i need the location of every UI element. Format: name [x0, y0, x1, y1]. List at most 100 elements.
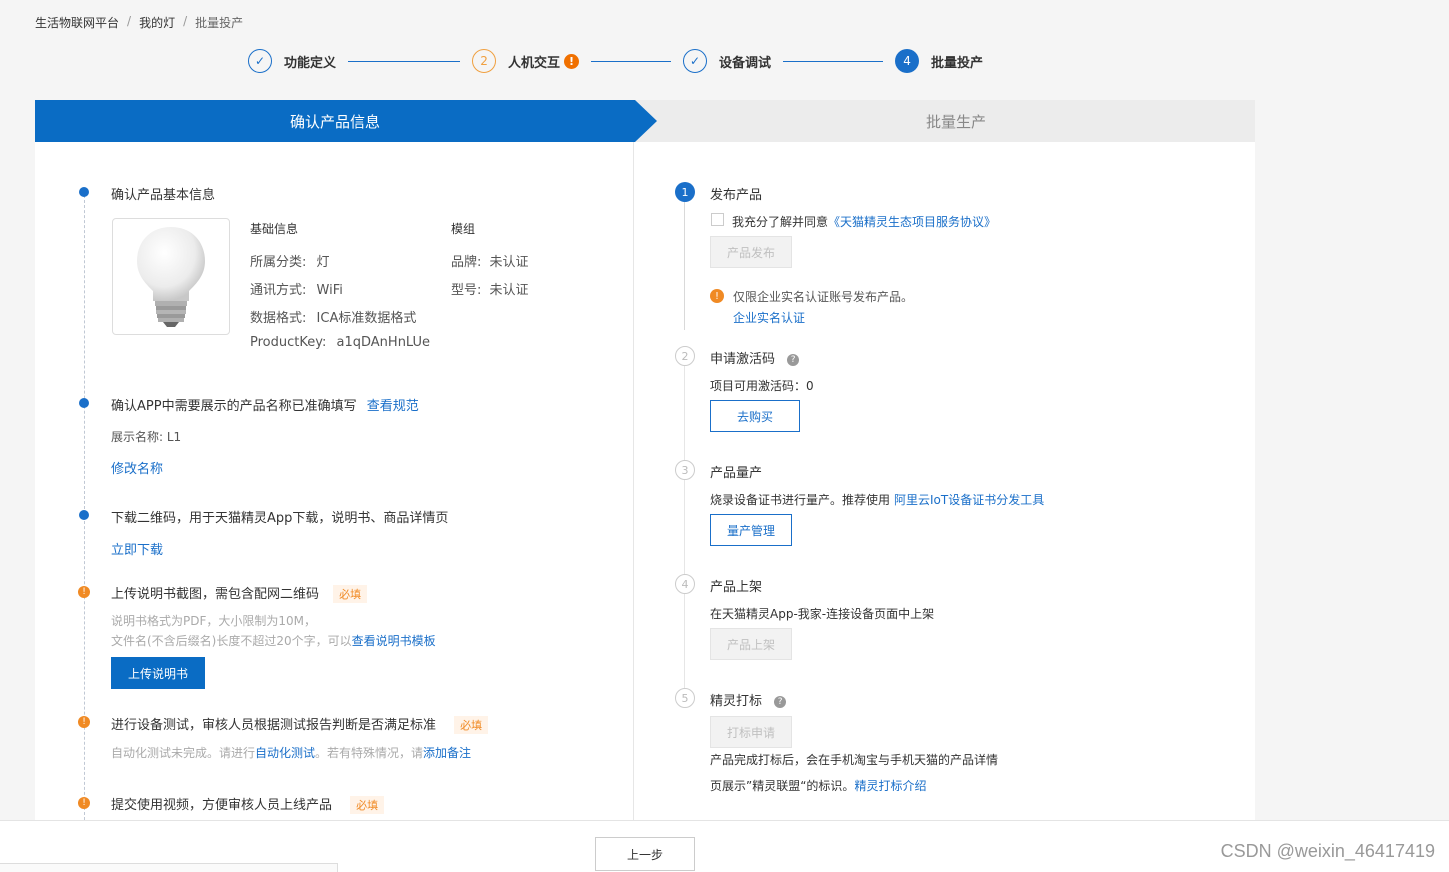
- device-test-hint-a: 自动化测试未完成。请进行: [111, 746, 256, 760]
- tagging-apply-button[interactable]: 打标申请: [710, 716, 792, 748]
- step-label: 功能定义: [284, 55, 337, 71]
- mass-production-desc: 烧录设备证书进行量产。推荐使用 阿里云IoT设备证书分发工具: [710, 491, 1044, 508]
- section-title-device-test: 进行设备测试，审核人员根据测试报告判断是否满足标准 必填: [111, 714, 489, 734]
- tagging-intro-link[interactable]: 精灵打标介绍: [854, 779, 926, 793]
- activation-code-title: 申请激活码 ?: [710, 348, 800, 367]
- breadcrumb-my-light[interactable]: 我的灯: [139, 14, 175, 31]
- step-mass-production[interactable]: 4 批量投产: [895, 49, 983, 73]
- step-number: 2: [472, 49, 497, 73]
- agree-checkbox[interactable]: [711, 213, 724, 226]
- footer-bar: 上一步 CSDN @weixin_46417419: [0, 820, 1449, 872]
- iot-cert-tool-link[interactable]: 阿里云IoT设备证书分发工具: [894, 493, 1044, 507]
- step-hmi[interactable]: 2 人机交互 !: [472, 49, 580, 73]
- agree-text: 我充分了解并同意《天猫精灵生态项目服务协议》: [732, 213, 996, 230]
- help-icon[interactable]: ?: [787, 353, 800, 366]
- category-info: 所属分类: 灯: [250, 251, 330, 270]
- section-title-app-name: 确认APP中需要展示的产品名称已准确填写 查看规范: [111, 395, 419, 414]
- main-panel: 确认产品信息 批量生产 确认产品基本信息 基础信息 模组 所属分类: 灯 通讯方…: [35, 100, 1255, 820]
- manual-hint-text: 文件名(不含后缀名)长度不超过20个字，可以: [111, 634, 352, 648]
- data-format-label: 数据格式:: [250, 311, 307, 326]
- device-test-title-text: 进行设备测试，审核人员根据测试报告判断是否满足标准: [111, 718, 437, 733]
- product-listing-desc: 在天猫精灵App-我家-连接设备页面中上架: [710, 607, 935, 621]
- warning-icon: !: [78, 586, 90, 598]
- warning-icon: !: [564, 53, 580, 69]
- data-format-info: 数据格式: ICA标准数据格式: [250, 307, 416, 326]
- breadcrumb-separator: /: [127, 14, 132, 28]
- model-info: 型号: 未认证: [451, 279, 529, 298]
- step-function-definition[interactable]: ✓ 功能定义: [248, 49, 336, 73]
- model-label: 型号:: [451, 283, 482, 298]
- product-image: [112, 218, 230, 335]
- step-number: 4: [675, 574, 695, 594]
- step-connector: [783, 60, 884, 62]
- tab-mass-production[interactable]: 批量生产: [657, 100, 1255, 142]
- step-number: 4: [895, 49, 920, 73]
- upload-manual-button[interactable]: 上传说明书: [111, 657, 205, 689]
- warning-icon: !: [710, 289, 724, 303]
- comm-label: 通讯方式:: [250, 283, 307, 298]
- display-name: 展示名称: L1: [111, 430, 182, 444]
- section-title-manual: 上传说明书截图，需包含配网二维码 必填: [111, 583, 368, 603]
- brand-value: 未认证: [489, 255, 529, 270]
- product-listing-title: 产品上架: [710, 580, 763, 595]
- product-key-info: ProductKey: a1qDAnHnLUe: [250, 335, 430, 350]
- view-manual-template-link[interactable]: 查看说明书模板: [352, 634, 436, 648]
- publish-product-button[interactable]: 产品发布: [710, 236, 792, 268]
- tagging-desc-2: 页展示”精灵联盟“的标识。精灵打标介绍: [710, 777, 926, 794]
- section-title-qrcode: 下载二维码，用于天猫精灵App下载，说明书、商品详情页: [111, 511, 449, 526]
- tagging-title: 精灵打标 ?: [710, 690, 787, 709]
- enterprise-verification-link[interactable]: 企业实名认证: [733, 309, 805, 326]
- device-test-hint-b: 。若有特殊情况，请: [315, 746, 424, 760]
- breadcrumb: 生活物联网平台 / 我的灯 / 批量投产: [35, 14, 243, 31]
- download-now-link[interactable]: 立即下载: [111, 539, 163, 558]
- brand-info: 品牌: 未认证: [451, 251, 529, 270]
- step-device-debug[interactable]: ✓ 设备调试: [683, 49, 771, 73]
- breadcrumb-current: 批量投产: [195, 16, 244, 30]
- comm-value: WiFi: [316, 283, 343, 298]
- category-value: 灯: [316, 255, 330, 270]
- column-divider: [633, 142, 634, 820]
- publish-product-title: 发布产品: [710, 188, 763, 203]
- step-number: 2: [675, 346, 695, 366]
- mass-production-title: 产品量产: [710, 466, 763, 481]
- light-bulb-icon: [137, 226, 205, 327]
- step-number: 3: [675, 460, 695, 480]
- breadcrumb-separator: /: [183, 14, 188, 28]
- section-title-video: 提交使用视频，方便审核人员上线产品 必填: [111, 794, 385, 814]
- breadcrumb-platform[interactable]: 生活物联网平台: [35, 14, 119, 31]
- check-icon: ✓: [248, 49, 272, 73]
- help-icon[interactable]: ?: [774, 695, 787, 708]
- required-badge: 必填: [454, 716, 489, 734]
- required-badge: 必填: [350, 796, 385, 814]
- basic-info-header: 基础信息: [250, 222, 299, 236]
- data-format-value: ICA标准数据格式: [316, 311, 417, 326]
- app-name-title-text: 确认APP中需要展示的产品名称已准确填写: [111, 399, 357, 414]
- check-icon: ✓: [683, 49, 708, 73]
- steps-line: [684, 366, 685, 706]
- comm-info: 通讯方式: WiFi: [250, 279, 343, 298]
- footer-shadow: [0, 863, 338, 872]
- activation-code-title-text: 申请激活码: [710, 352, 776, 367]
- add-note-link[interactable]: 添加备注: [423, 746, 471, 760]
- view-spec-link[interactable]: 查看规范: [367, 399, 419, 414]
- timeline-dot: [79, 398, 89, 408]
- buy-button[interactable]: 去购买: [710, 400, 800, 432]
- tagging-desc-2-text: 页展示”精灵联盟“的标识。: [710, 779, 855, 793]
- modify-name-link[interactable]: 修改名称: [111, 458, 163, 477]
- timeline-dot: [79, 510, 89, 520]
- module-header: 模组: [451, 222, 476, 236]
- warning-icon: !: [78, 797, 90, 809]
- video-title-text: 提交使用视频，方便审核人员上线产品: [111, 798, 333, 813]
- product-listing-button[interactable]: 产品上架: [710, 628, 792, 660]
- service-agreement-link[interactable]: 《天猫精灵生态项目服务协议》: [828, 215, 996, 229]
- timeline-dot: [79, 187, 89, 197]
- tab-confirm-product-info[interactable]: 确认产品信息: [35, 100, 657, 142]
- mass-production-manage-button[interactable]: 量产管理: [710, 514, 792, 546]
- step-connector: [348, 60, 461, 62]
- required-badge: 必填: [333, 585, 368, 603]
- previous-step-button[interactable]: 上一步: [595, 837, 695, 871]
- mass-production-desc-text: 烧录设备证书进行量产。推荐使用: [710, 493, 891, 507]
- auto-test-link[interactable]: 自动化测试: [255, 746, 315, 760]
- progress-steps: ✓ 功能定义 2 人机交互 ! ✓ 设备调试 4 批量投产: [248, 48, 983, 74]
- manual-hint-1: 说明书格式为PDF，大小限制为10M，: [111, 614, 317, 628]
